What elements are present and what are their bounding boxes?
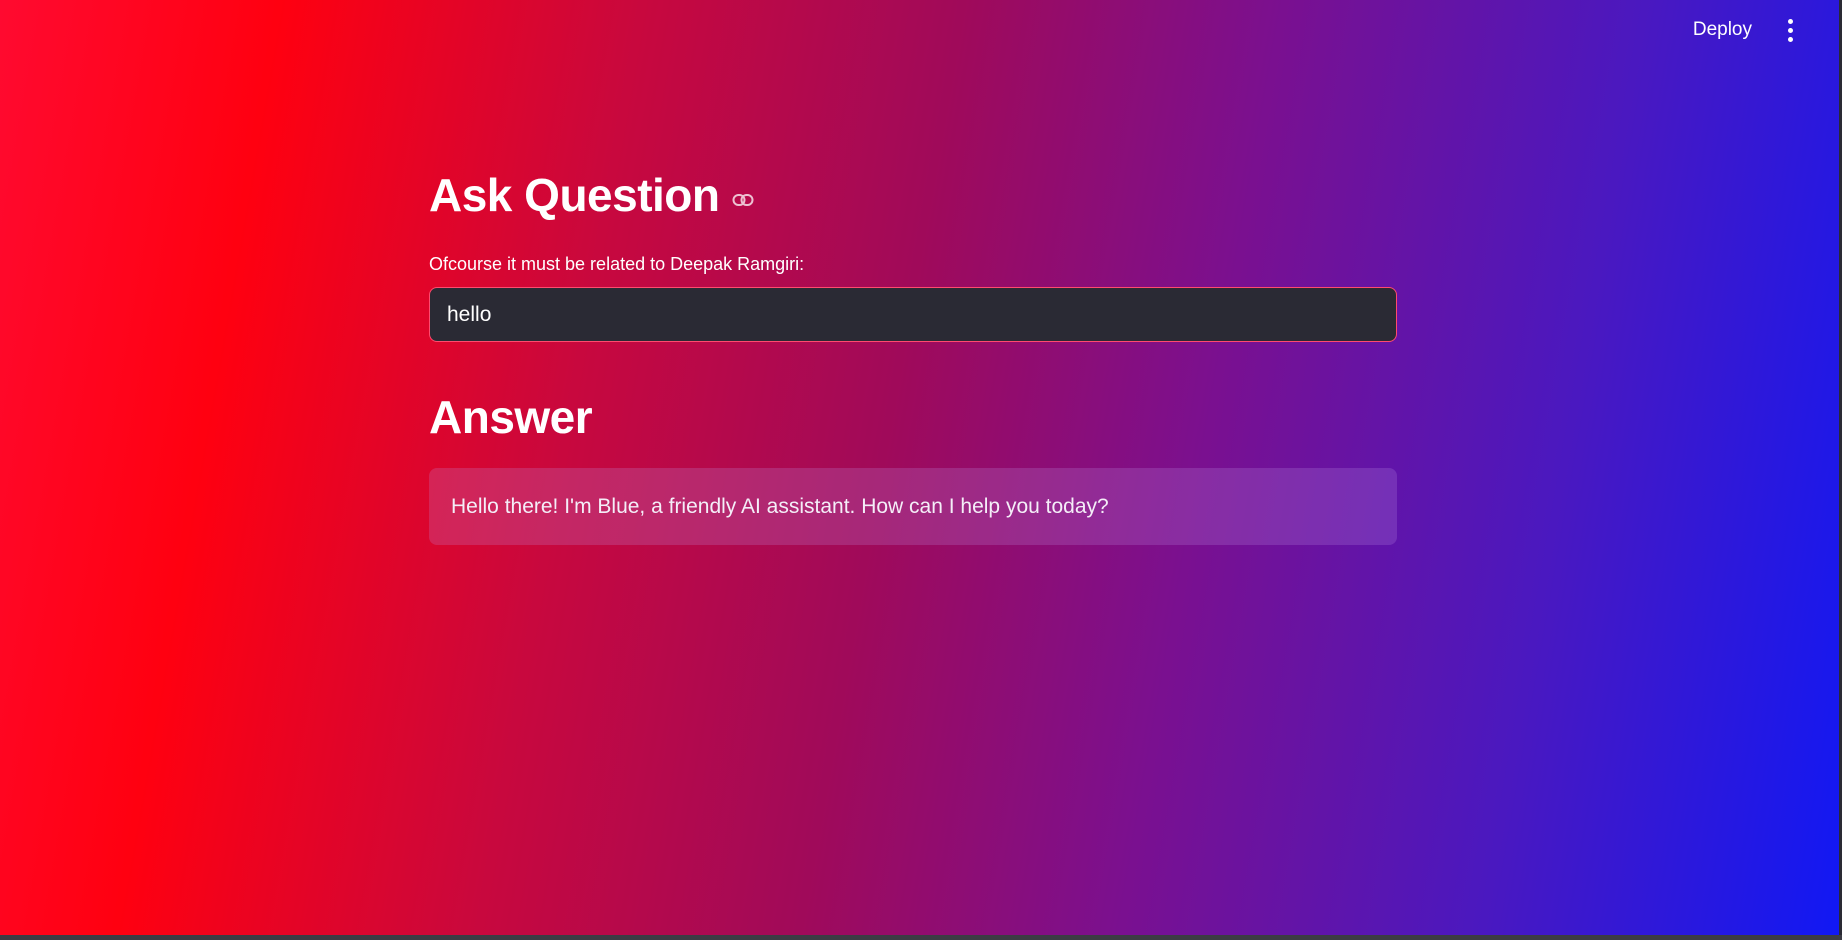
page-title: Ask Question — [429, 169, 720, 221]
question-label: Ofcourse it must be related to Deepak Ra… — [429, 254, 805, 274]
answer-heading: Answer — [429, 391, 593, 443]
app-header: Deploy — [1681, 0, 1842, 60]
answer-text: Hello there! I'm Blue, a friendly AI ass… — [451, 494, 1109, 518]
menu-dot — [1787, 27, 1793, 33]
kebab-menu-icon[interactable] — [1778, 14, 1802, 46]
question-input[interactable] — [429, 287, 1397, 342]
main-content: Ask Question Ofcourse it must be related… — [429, 160, 1397, 545]
menu-dot — [1787, 18, 1793, 24]
title-row: Ask Question — [429, 160, 1397, 230]
deploy-button[interactable]: Deploy — [1681, 13, 1764, 47]
window-edge — [0, 935, 1842, 940]
answer-box: Hello there! I'm Blue, a friendly AI ass… — [429, 468, 1397, 545]
menu-dot — [1787, 36, 1793, 42]
link-icon[interactable] — [732, 193, 754, 207]
